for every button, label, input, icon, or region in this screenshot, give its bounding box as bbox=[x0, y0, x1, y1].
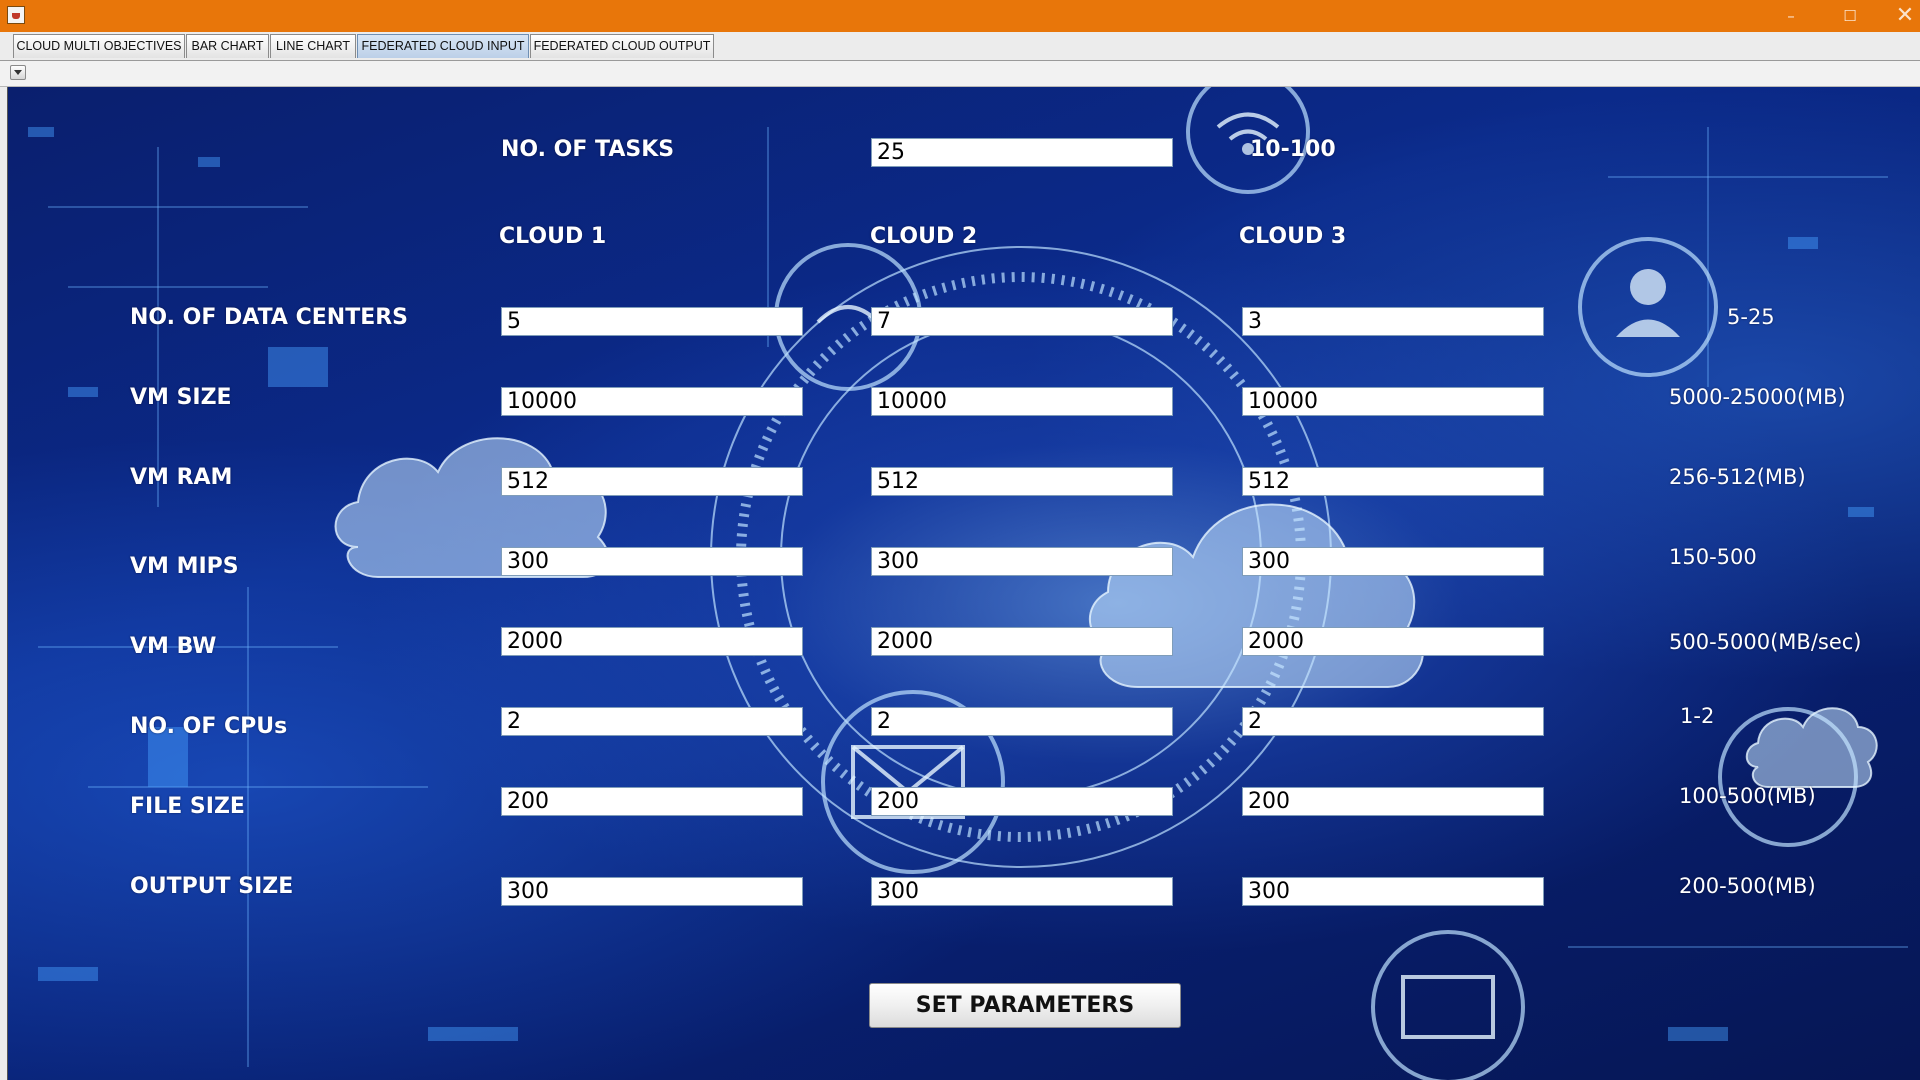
file-size-cloud-3-input[interactable] bbox=[1242, 787, 1544, 816]
tasks-label: NO. OF TASKS bbox=[501, 137, 675, 162]
vm-size-cloud-1-input[interactable] bbox=[501, 387, 803, 416]
output-size-cloud-3-input[interactable] bbox=[1242, 877, 1544, 906]
vm-ram-cloud-2-input[interactable] bbox=[871, 467, 1173, 496]
data-centers-cloud-1-input[interactable] bbox=[501, 307, 803, 336]
output-size-cloud-1-input[interactable] bbox=[501, 877, 803, 906]
file-size-cloud-2-input[interactable] bbox=[871, 787, 1173, 816]
data-centers-label: NO. OF DATA CENTERS bbox=[130, 305, 409, 330]
vm-mips-cloud-1-input[interactable] bbox=[501, 547, 803, 576]
vm-bw-cloud-3-input[interactable] bbox=[1242, 627, 1544, 656]
tab-toolbar bbox=[0, 61, 1920, 87]
cpus-label: NO. OF CPUs bbox=[130, 714, 288, 739]
tab-cloud-multi-objectives[interactable]: CLOUD MULTI OBJECTIVES bbox=[13, 34, 185, 58]
cloud-2-header: CLOUD 2 bbox=[870, 224, 978, 249]
minimize-button[interactable]: – bbox=[1768, 0, 1814, 32]
tasks-input[interactable] bbox=[871, 138, 1173, 167]
vm-size-cloud-3-input[interactable] bbox=[1242, 387, 1544, 416]
data-centers-range: 5-25 bbox=[1727, 305, 1775, 329]
file-size-cloud-1-input[interactable] bbox=[501, 787, 803, 816]
chevron-down-icon[interactable] bbox=[10, 65, 26, 80]
cpus-cloud-3-input[interactable] bbox=[1242, 707, 1544, 736]
tab-bar-chart[interactable]: BAR CHART bbox=[186, 34, 269, 58]
maximize-button[interactable]: ☐ bbox=[1827, 0, 1873, 32]
vm-ram-label: VM RAM bbox=[130, 465, 233, 490]
tasks-range: 10-100 bbox=[1250, 137, 1336, 162]
vm-mips-cloud-2-input[interactable] bbox=[871, 547, 1173, 576]
vm-bw-cloud-2-input[interactable] bbox=[871, 627, 1173, 656]
title-bar[interactable]: – ☐ ✕ bbox=[0, 0, 1920, 32]
output-size-range: 200-500(MB) bbox=[1679, 874, 1816, 898]
cloud-3-header: CLOUD 3 bbox=[1239, 224, 1347, 249]
vm-mips-label: VM MIPS bbox=[130, 554, 239, 579]
set-parameters-button[interactable]: SET PARAMETERS bbox=[869, 983, 1181, 1028]
file-size-label: FILE SIZE bbox=[130, 794, 245, 819]
tab-federated-cloud-input[interactable]: FEDERATED CLOUD INPUT bbox=[357, 34, 529, 58]
app-window: – ☐ ✕ CLOUD MULTI OBJECTIVES BAR CHART L… bbox=[0, 0, 1920, 1080]
vm-ram-cloud-1-input[interactable] bbox=[501, 467, 803, 496]
vm-bw-cloud-1-input[interactable] bbox=[501, 627, 803, 656]
data-centers-cloud-3-input[interactable] bbox=[1242, 307, 1544, 336]
vm-size-range: 5000-25000(MB) bbox=[1669, 385, 1846, 409]
output-size-label: OUTPUT SIZE bbox=[130, 874, 294, 899]
vm-size-cloud-2-input[interactable] bbox=[871, 387, 1173, 416]
tab-line-chart[interactable]: LINE CHART bbox=[270, 34, 356, 58]
vm-size-label: VM SIZE bbox=[130, 385, 232, 410]
cloud-1-header: CLOUD 1 bbox=[499, 224, 607, 249]
vm-ram-cloud-3-input[interactable] bbox=[1242, 467, 1544, 496]
output-size-cloud-2-input[interactable] bbox=[871, 877, 1173, 906]
cpus-cloud-2-input[interactable] bbox=[871, 707, 1173, 736]
federated-cloud-input-panel: NO. OF TASKS 10-100 CLOUD 1 CLOUD 2 CLOU… bbox=[7, 87, 1920, 1080]
close-button[interactable]: ✕ bbox=[1882, 0, 1920, 32]
file-size-range: 100-500(MB) bbox=[1679, 784, 1816, 808]
vm-mips-cloud-3-input[interactable] bbox=[1242, 547, 1544, 576]
data-centers-cloud-2-input[interactable] bbox=[871, 307, 1173, 336]
vm-bw-range: 500-5000(MB/sec) bbox=[1669, 630, 1862, 654]
java-app-icon bbox=[7, 6, 25, 24]
cpus-cloud-1-input[interactable] bbox=[501, 707, 803, 736]
vm-mips-range: 150-500 bbox=[1669, 545, 1757, 569]
cpus-range: 1-2 bbox=[1680, 704, 1715, 728]
vm-ram-range: 256-512(MB) bbox=[1669, 465, 1806, 489]
tab-strip: CLOUD MULTI OBJECTIVES BAR CHART LINE CH… bbox=[0, 32, 1920, 61]
tab-federated-cloud-output[interactable]: FEDERATED CLOUD OUTPUT bbox=[530, 34, 714, 58]
vm-bw-label: VM BW bbox=[130, 634, 217, 659]
